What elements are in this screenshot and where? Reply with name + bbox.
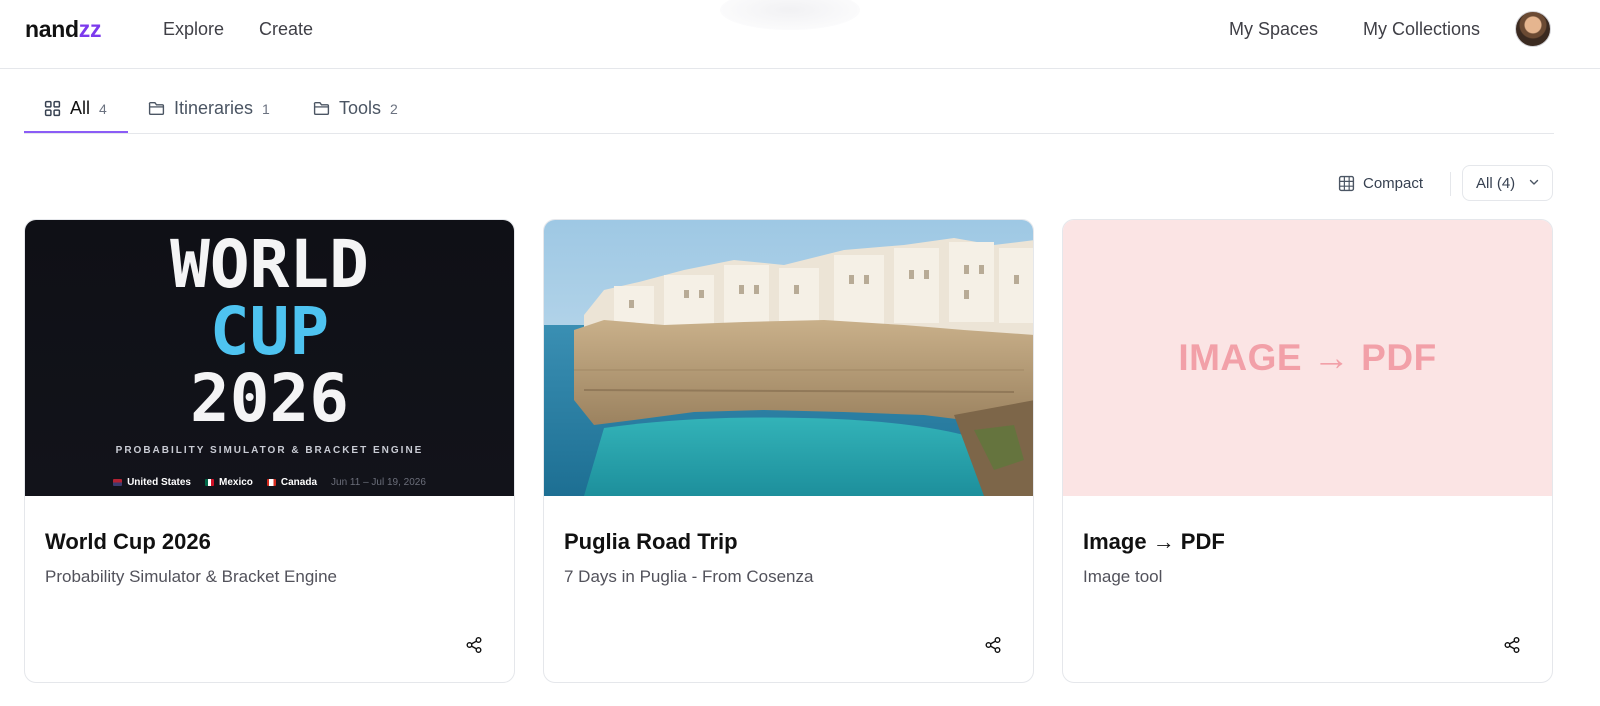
tab-all[interactable]: All 4 bbox=[44, 88, 107, 134]
nav-create[interactable]: Create bbox=[259, 19, 313, 40]
tab-itineraries-count: 1 bbox=[262, 101, 270, 117]
us-flag-icon bbox=[113, 478, 123, 486]
wc-tagline: PROBABILITY SIMULATOR & BRACKET ENGINE bbox=[115, 445, 424, 456]
card-subtitle: 7 Days in Puglia - From Cosenza bbox=[564, 567, 814, 586]
tab-all-label: All bbox=[70, 98, 91, 118]
share-icon[interactable] bbox=[1503, 636, 1521, 654]
wc-country-ca: Canada bbox=[266, 477, 317, 488]
wc-countries: United States Mexico Canada Jun 11 – Jul… bbox=[25, 477, 514, 488]
card-title: Puglia Road Trip bbox=[564, 529, 738, 554]
card-puglia-image bbox=[544, 220, 1033, 496]
logo[interactable]: nandzz bbox=[25, 16, 101, 43]
wc-dates: Jun 11 – Jul 19, 2026 bbox=[331, 477, 426, 488]
tab-tools-label: Tools bbox=[339, 98, 382, 118]
nav-my-collections[interactable]: My Collections bbox=[1363, 19, 1480, 40]
share-icon[interactable] bbox=[465, 636, 483, 654]
filter-dropdown-value: All (4) bbox=[1476, 174, 1516, 192]
tab-tools[interactable]: Tools 2 bbox=[313, 88, 398, 134]
wc-line3: 2026 bbox=[190, 360, 349, 437]
card-world-cup[interactable]: WORLD CUP 2026 PROBABILITY SIMULATOR & B… bbox=[24, 219, 515, 683]
wc-line2: CUP bbox=[209, 293, 330, 370]
toolbar-divider bbox=[1450, 172, 1451, 196]
card-image-pdf-image: IMAGE → PDF bbox=[1063, 220, 1552, 496]
user-avatar-icon[interactable] bbox=[1515, 11, 1551, 47]
canada-flag-icon bbox=[266, 478, 276, 486]
card-puglia[interactable]: Puglia Road Trip 7 Days in Puglia - From… bbox=[543, 219, 1034, 683]
mexico-flag-icon bbox=[204, 478, 214, 486]
collection-tabs: All 4 Itineraries 1 Tools 2 bbox=[24, 88, 1554, 134]
wc-country-us: United States bbox=[113, 477, 191, 488]
tab-all-count: 4 bbox=[99, 101, 107, 117]
logo-main: nand bbox=[25, 16, 79, 42]
card-title: World Cup 2026 bbox=[45, 529, 211, 554]
header-decoration bbox=[720, 0, 860, 30]
card-title: Image → PDF bbox=[1083, 529, 1225, 554]
tab-tools-count: 2 bbox=[390, 101, 398, 117]
compact-view-label: Compact bbox=[1363, 174, 1424, 192]
grid-icon bbox=[44, 100, 61, 117]
share-icon[interactable] bbox=[984, 636, 1002, 654]
card-image-pdf[interactable]: IMAGE → PDF Image → PDF Image tool bbox=[1062, 219, 1553, 683]
filter-dropdown[interactable]: All (4) bbox=[1462, 165, 1553, 201]
table-grid-icon bbox=[1338, 175, 1355, 191]
card-world-cup-image: WORLD CUP 2026 PROBABILITY SIMULATOR & B… bbox=[25, 220, 514, 496]
card-subtitle: Image tool bbox=[1083, 567, 1163, 586]
compact-view-button[interactable]: Compact bbox=[1338, 170, 1423, 196]
chevron-down-icon bbox=[1529, 179, 1539, 185]
tab-itineraries-label: Itineraries bbox=[174, 98, 254, 118]
puglia-photo bbox=[544, 220, 1033, 496]
card-subtitle: Probability Simulator & Bracket Engine bbox=[45, 567, 337, 586]
nav-explore[interactable]: Explore bbox=[163, 19, 224, 40]
wc-country-mx: Mexico bbox=[204, 477, 253, 488]
image-pdf-banner-text: IMAGE → PDF bbox=[1178, 337, 1437, 378]
active-tab-indicator bbox=[24, 131, 128, 133]
wc-line1: WORLD bbox=[170, 226, 369, 303]
folder-icon bbox=[148, 101, 165, 116]
top-header: nandzz Explore Create My Spaces My Colle… bbox=[0, 0, 1600, 69]
nav-my-spaces[interactable]: My Spaces bbox=[1229, 19, 1318, 40]
folder-icon bbox=[313, 101, 330, 116]
tab-itineraries[interactable]: Itineraries 1 bbox=[148, 88, 270, 134]
logo-accent: zz bbox=[78, 16, 102, 42]
